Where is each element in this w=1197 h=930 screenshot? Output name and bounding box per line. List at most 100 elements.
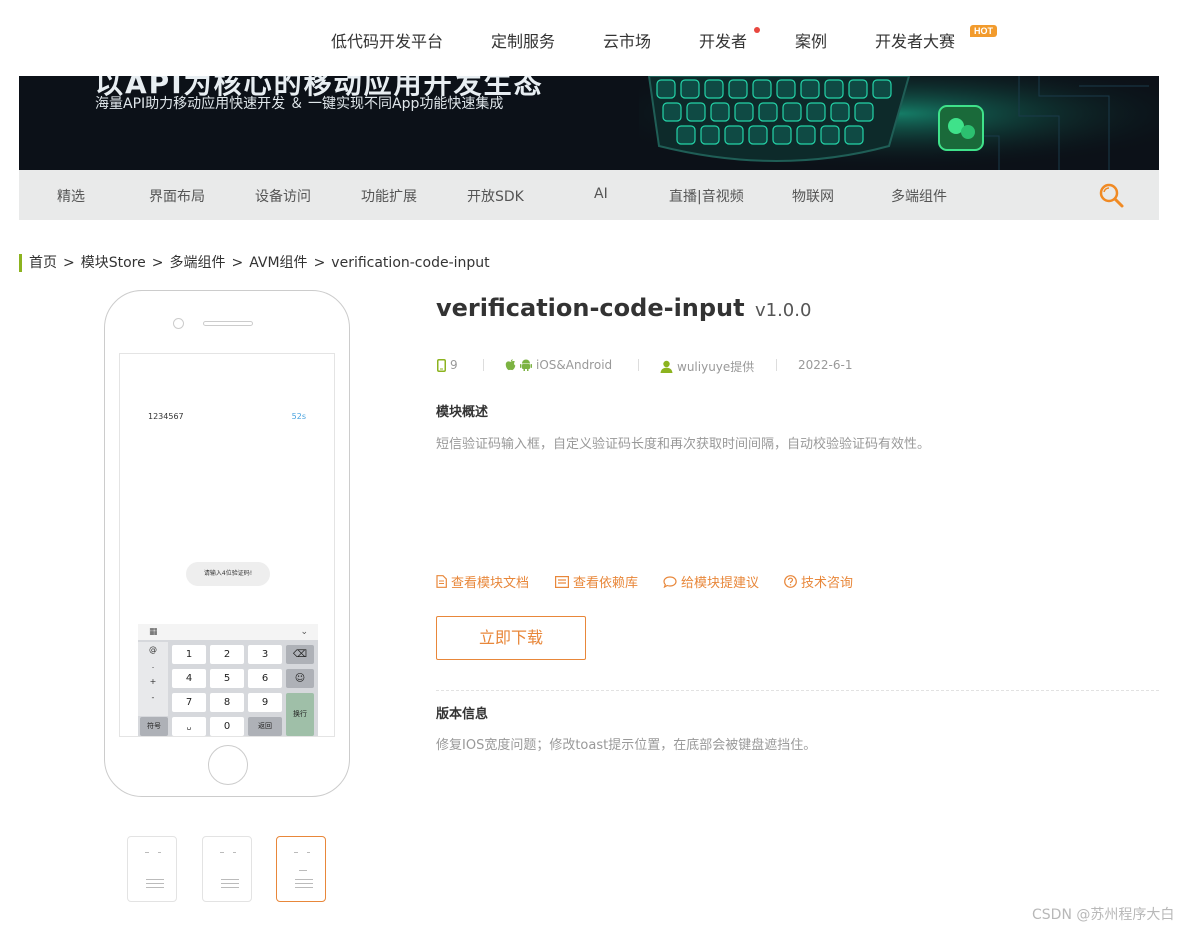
view-dependencies-link[interactable]: 查看依赖库 — [555, 572, 638, 591]
emoji-icon: ☺ — [286, 669, 314, 688]
provider-value: wuliyuye提供 — [677, 360, 755, 374]
space-key: ␣ — [172, 717, 206, 736]
version-info-text: 修复IOS宽度问题；修改toast提示位置，在底部会被键盘遮挡住。 — [436, 738, 817, 753]
key-3: 3 — [248, 645, 282, 664]
download-button[interactable]: 立即下载 — [436, 616, 586, 660]
meta-provider: wuliyuye提供 — [660, 358, 754, 375]
keyboard-side-symbols: @ . + - — [138, 642, 168, 716]
symbol-key: + — [149, 677, 157, 686]
search-icon[interactable] — [1099, 183, 1125, 209]
key-6: 6 — [248, 669, 282, 688]
nav-developer-contest[interactable]: 开发者大赛 — [875, 28, 955, 52]
tech-consult-link[interactable]: 技术咨询 — [784, 572, 853, 591]
category-featured[interactable]: 精选 — [57, 186, 85, 206]
nav-lowcode-platform[interactable]: 低代码开发平台 — [331, 28, 443, 52]
nav-developer[interactable]: 开发者 — [699, 28, 747, 52]
key-4: 4 — [172, 669, 206, 688]
tech-consult-label: 技术咨询 — [801, 576, 854, 591]
category-live-video[interactable]: 直播|音视频 — [669, 186, 744, 206]
breadcrumb-current: verification-code-input — [331, 255, 490, 271]
category-open-sdk[interactable]: 开放SDK — [467, 186, 524, 206]
apple-icon — [505, 359, 516, 371]
category-device-access[interactable]: 设备访问 — [255, 186, 311, 206]
breadcrumb: 首页 > 模块Store > 多端组件 > AVM组件 > verification-code-… — [19, 254, 490, 272]
preview-code-input: 1234567 — [148, 412, 184, 421]
meta-platforms: iOS&Android — [505, 358, 612, 372]
view-docs-link[interactable]: 查看模块文档 — [436, 572, 529, 591]
keyboard-toolbar: ▦ ⌄ — [138, 624, 318, 640]
meta-divider — [483, 359, 484, 371]
category-iot[interactable]: 物联网 — [792, 186, 834, 206]
key-7: 7 — [172, 693, 206, 712]
breadcrumb-module-store[interactable]: 模块Store — [81, 255, 146, 271]
support-icon — [784, 575, 797, 588]
version-info-heading: 版本信息 — [436, 707, 489, 722]
view-docs-label: 查看模块文档 — [451, 576, 530, 591]
hero-banner[interactable]: 以API为核心的移动应用开发生态 海量API助力移动应用快速开发 ＆ 一键实现不… — [19, 76, 1159, 170]
top-navigation: 低代码开发平台 定制服务 云市场 开发者 案例 开发者大赛 HOT — [0, 0, 1197, 76]
key-newline: 换行 — [286, 693, 314, 736]
key-1: 1 — [172, 645, 206, 664]
view-dependencies-label: 查看依赖库 — [573, 576, 639, 591]
nav-custom-service[interactable]: 定制服务 — [491, 28, 555, 52]
breadcrumb-home[interactable]: 首页 — [29, 255, 57, 271]
meta-divider — [776, 359, 777, 371]
key-2: 2 — [210, 645, 244, 664]
notification-dot — [754, 27, 760, 33]
key-return: 返回 — [248, 717, 282, 736]
symbol-key: . — [151, 661, 155, 670]
phone-camera — [173, 318, 184, 329]
key-8: 8 — [210, 693, 244, 712]
category-bar: 精选 界面布局 设备访问 功能扩展 开放SDK AI 直播|音视频 物联网 多端… — [19, 170, 1159, 220]
suggest-link[interactable]: 给模块提建议 — [663, 572, 759, 591]
key-5: 5 — [210, 669, 244, 688]
meta-phone-count: 9 — [437, 358, 458, 372]
module-name: verification-code-input — [436, 294, 745, 322]
category-layout[interactable]: 界面布局 — [149, 186, 205, 206]
breadcrumb-separator: > — [313, 255, 326, 271]
nav-cases[interactable]: 案例 — [795, 28, 827, 52]
meta-divider — [638, 359, 639, 371]
breadcrumb-avm[interactable]: AVM组件 — [249, 255, 307, 271]
key-0: 0 — [210, 717, 244, 736]
nav-cloud-market[interactable]: 云市场 — [603, 28, 651, 52]
banner-illustration — [639, 76, 1159, 170]
preview-thumbnail-2[interactable] — [202, 836, 252, 902]
banner-subtitle: 海量API助力移动应用快速开发 ＆ 一键实现不同App功能快速集成 — [95, 96, 504, 112]
meta-date: 2022-6-1 — [798, 358, 852, 372]
phone-icon — [437, 358, 446, 372]
key-symbol: 符号 — [140, 717, 168, 736]
preview-thumbnail-3[interactable] — [276, 836, 326, 902]
preview-countdown: 52s — [291, 412, 306, 421]
category-extension[interactable]: 功能扩展 — [361, 186, 417, 206]
comment-icon — [663, 575, 677, 588]
document-icon — [436, 575, 447, 588]
android-icon — [520, 359, 532, 371]
backspace-icon: ⌫ — [286, 645, 314, 664]
symbol-key: @ — [149, 645, 157, 654]
collapse-keyboard-icon: ⌄ — [300, 627, 308, 637]
category-ai[interactable]: AI — [594, 186, 608, 202]
module-version: v1.0.0 — [754, 300, 812, 321]
hot-badge: HOT — [970, 25, 997, 37]
section-divider — [436, 690, 1159, 691]
phone-home-button — [208, 745, 248, 785]
category-multi-platform[interactable]: 多端组件 — [891, 186, 947, 206]
phone-count-value: 9 — [450, 358, 458, 372]
phone-preview: 1234567 52s 请输入4位验证码! ▦ ⌄ @ . + - 1 2 3 … — [104, 290, 350, 797]
csdn-watermark: CSDN @苏州程序大白 — [1032, 907, 1175, 923]
breadcrumb-separator: > — [231, 255, 244, 271]
grid-icon: ▦ — [149, 627, 158, 637]
preview-toast: 请输入4位验证码! — [186, 562, 270, 586]
user-icon — [660, 360, 673, 373]
publish-date: 2022-6-1 — [798, 358, 853, 372]
overview-heading: 模块概述 — [436, 405, 489, 420]
key-9: 9 — [248, 693, 282, 712]
symbol-key: - — [151, 693, 155, 702]
list-icon — [555, 575, 569, 588]
breadcrumb-separator: > — [151, 255, 164, 271]
breadcrumb-multi-platform[interactable]: 多端组件 — [169, 255, 225, 271]
preview-thumbnail-1[interactable] — [127, 836, 177, 902]
breadcrumb-separator: > — [63, 255, 75, 271]
module-title: verification-code-input v1.0.0 — [436, 294, 811, 322]
